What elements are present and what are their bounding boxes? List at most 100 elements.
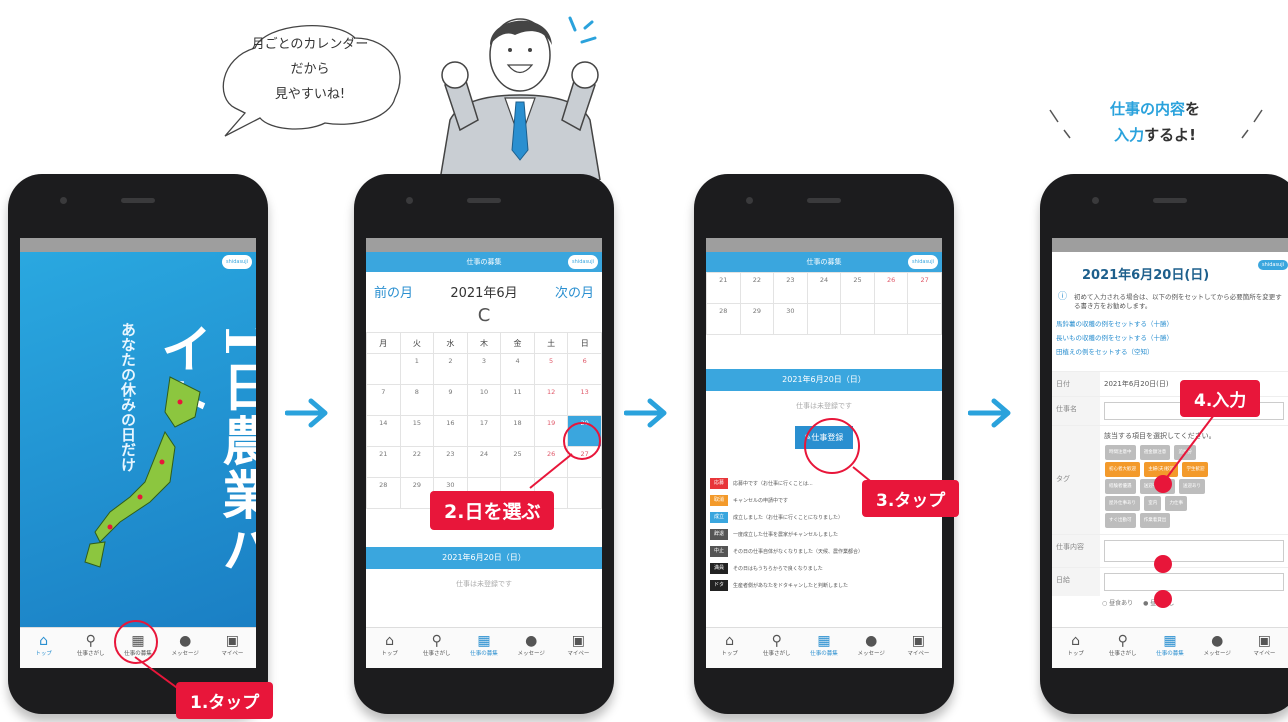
wage-label: 日給 — [1052, 568, 1100, 596]
nav-message[interactable]: ● メッセージ — [1194, 628, 1241, 668]
nav-mypage[interactable]: ▣ マイペー — [555, 628, 602, 668]
status-bar — [706, 238, 942, 252]
tag-chip[interactable]: 屋外仕事あり — [1105, 496, 1140, 511]
calendar-day[interactable]: 24 — [806, 272, 842, 304]
tag-chip[interactable]: 作業着貸出 — [1139, 513, 1171, 528]
calendar-day[interactable]: 30 — [773, 303, 808, 335]
calendar-day[interactable]: 6 — [567, 353, 602, 385]
tag-label: タグ — [1052, 426, 1100, 534]
wage-input[interactable] — [1104, 573, 1284, 591]
calendar-day[interactable] — [873, 303, 909, 335]
calendar-day[interactable]: 24 — [466, 446, 502, 478]
calendar-day[interactable]: 13 — [567, 384, 602, 416]
nav-search[interactable]: ⚲ 仕事さがし — [413, 628, 460, 668]
nav-mypage[interactable]: ▣ マイペー — [209, 628, 256, 668]
prev-month-link[interactable]: 前の月 — [374, 282, 413, 301]
job-content-input[interactable] — [1104, 540, 1284, 562]
user-badge[interactable]: shidasuji — [908, 255, 938, 269]
calendar-day[interactable]: 11 — [500, 384, 535, 416]
tag-chip[interactable]: 時間注意中 — [1105, 445, 1136, 460]
nav-message[interactable]: ● メッセージ — [848, 628, 895, 668]
phone-speaker — [467, 198, 501, 203]
nav-top[interactable]: ⌂ トップ — [706, 628, 753, 668]
calendar-day[interactable]: 27 — [907, 272, 942, 304]
weekday-header: 火 — [399, 332, 435, 354]
calendar-day[interactable]: 2 — [433, 353, 468, 385]
form-title: 2021年6月20日(日) shidasuji — [1052, 252, 1288, 291]
nav-search[interactable]: ⚲ 仕事さがし — [753, 628, 800, 668]
phone-speaker — [1153, 198, 1187, 203]
calendar-day[interactable]: 25 — [840, 272, 875, 304]
nav-search[interactable]: ⚲ 仕事さがし — [1099, 628, 1146, 668]
tag-chip[interactable]: 経験者優遇 — [1105, 479, 1136, 494]
user-badge[interactable]: shidasuji — [1258, 260, 1288, 270]
nav-message-label: メッセージ — [857, 651, 885, 657]
example-link[interactable]: 馬鈴薯の収穫の例をセットする（十勝） — [1056, 317, 1284, 331]
bubble-line-2: だから — [290, 62, 330, 77]
calendar-day[interactable]: 17 — [466, 415, 502, 447]
calendar-day[interactable]: 26 — [873, 272, 909, 304]
calendar-day[interactable]: 7 — [366, 384, 401, 416]
calendar-day[interactable]: 4 — [500, 353, 535, 385]
nav-message[interactable]: ● メッセージ — [508, 628, 555, 668]
tag-chip[interactable]: 力仕事 — [1165, 496, 1187, 511]
nav-top[interactable]: ⌂ トップ — [1052, 628, 1099, 668]
calendar-day[interactable]: 28 — [706, 303, 741, 335]
user-badge[interactable]: shidasuji — [222, 255, 252, 269]
calendar-day[interactable]: 5 — [533, 353, 569, 385]
nav-mypage[interactable]: ▣ マイペー — [1241, 628, 1288, 668]
cover-screen[interactable]: shidasuji 1日農業バイト あなたの休みの日だけ — [20, 252, 256, 628]
example-link[interactable]: 田植えの例をセットする（空知） — [1056, 345, 1284, 359]
app-bar: 仕事の募集 shidasuji — [706, 252, 942, 272]
calendar-day[interactable]: 29 — [399, 477, 435, 509]
calendar-day[interactable]: 12 — [533, 384, 569, 416]
form-title-text: 2021年6月20日(日) — [1082, 268, 1210, 283]
radio-lunch-yes[interactable]: ○ 昼食あり — [1102, 600, 1133, 607]
info-icon: ⓘ — [1058, 292, 1068, 302]
calendar-day[interactable]: 8 — [399, 384, 435, 416]
nav-recruit[interactable]: ▦ 仕事の募集 — [460, 628, 507, 668]
example-link[interactable]: 長いもの収穫の例をセットする（十勝） — [1056, 331, 1284, 345]
reload-icon[interactable]: C — [366, 305, 602, 326]
nav-search[interactable]: ⚲ 仕事さがし — [67, 628, 114, 668]
calendar-day[interactable]: 28 — [366, 477, 401, 509]
legend-badge: 取消 — [710, 495, 728, 506]
calendar-icon: ▦ — [817, 633, 831, 649]
calendar-day[interactable]: 22 — [739, 272, 775, 304]
user-badge[interactable]: shidasuji — [568, 255, 598, 269]
search-icon: ⚲ — [1117, 633, 1128, 649]
calendar-day[interactable]: 21 — [706, 272, 741, 304]
calendar-day[interactable]: 3 — [466, 353, 502, 385]
phone-camera — [1092, 197, 1099, 204]
nav-top[interactable]: ⌂ トップ — [366, 628, 413, 668]
calendar-day[interactable] — [806, 303, 842, 335]
calendar-day[interactable]: 18 — [500, 415, 535, 447]
calendar-day[interactable]: 9 — [433, 384, 468, 416]
calendar-day[interactable]: 23 — [773, 272, 808, 304]
nav-mypage[interactable]: ▣ マイペー — [895, 628, 942, 668]
calendar-day[interactable]: 22 — [399, 446, 435, 478]
calendar-day[interactable]: 1 — [399, 353, 435, 385]
calendar-day[interactable]: 23 — [433, 446, 468, 478]
profile-icon: ▣ — [225, 633, 240, 649]
nav-top-label: トップ — [1067, 651, 1084, 657]
nav-top[interactable]: ⌂ トップ — [20, 628, 67, 668]
tag-chip[interactable]: 室内 — [1144, 496, 1162, 511]
job-content-label: 仕事内容 — [1052, 535, 1100, 567]
calendar-day[interactable]: 29 — [739, 303, 775, 335]
nav-recruit[interactable]: ▦ 仕事の募集 — [800, 628, 847, 668]
calendar-day[interactable]: 16 — [433, 415, 468, 447]
next-month-link[interactable]: 次の月 — [555, 282, 594, 301]
calendar-day[interactable]: 14 — [366, 415, 401, 447]
calendar-day[interactable] — [907, 303, 942, 335]
calendar-day[interactable]: 10 — [466, 384, 502, 416]
nav-recruit[interactable]: ▦ 仕事の募集 — [1146, 628, 1193, 668]
tag-chip[interactable]: すぐ出勤可 — [1105, 513, 1136, 528]
calendar-day[interactable]: 21 — [366, 446, 401, 478]
legend-badge: 成立 — [710, 512, 728, 523]
calendar-day[interactable]: 15 — [399, 415, 435, 447]
nav-search-label: 仕事さがし — [1109, 651, 1137, 657]
calendar-day[interactable] — [840, 303, 875, 335]
calendar-day[interactable] — [366, 353, 401, 385]
tag-chip[interactable]: 初心者大歓迎 — [1105, 462, 1140, 477]
